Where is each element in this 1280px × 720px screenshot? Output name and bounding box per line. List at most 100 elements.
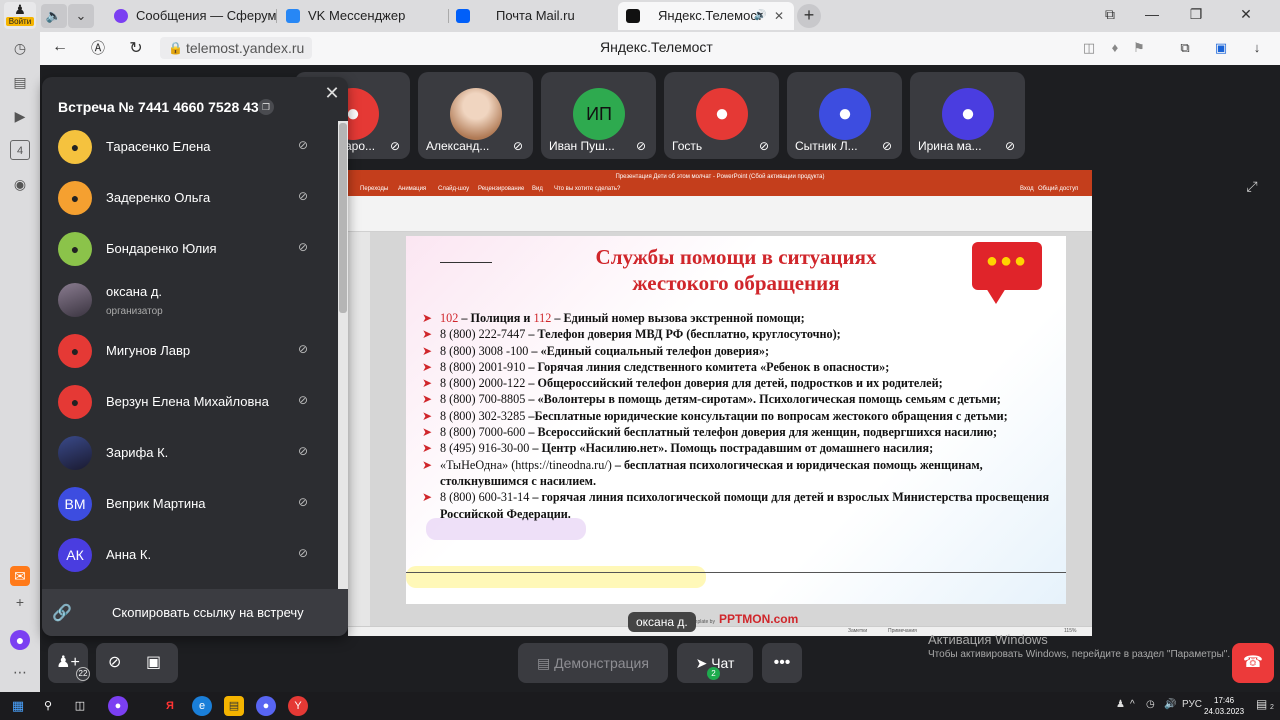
volume-icon[interactable]: 🔊 bbox=[1164, 699, 1176, 710]
tab-label: VK Мессенджер bbox=[308, 8, 406, 23]
network-icon[interactable]: ◷ bbox=[1146, 699, 1155, 710]
avatar: ● bbox=[58, 385, 92, 419]
edge-icon[interactable]: e bbox=[192, 696, 212, 716]
tab-vk-messenger[interactable]: VK Мессенджер bbox=[280, 2, 450, 30]
extension-icon[interactable]: ▣ bbox=[1212, 40, 1230, 56]
fullscreen-icon[interactable]: ⤢ bbox=[1242, 178, 1262, 198]
participant-item[interactable]: ● Мигунов Лавр ⊘ bbox=[42, 325, 338, 376]
play-icon[interactable]: ▶ bbox=[10, 106, 30, 126]
copy-link-button[interactable]: 🔗 Скопировать ссылку на встречу bbox=[42, 589, 348, 636]
participant-item[interactable]: ● Тарасенко Елена ⊘ bbox=[42, 121, 338, 172]
tabs-count-icon[interactable]: 4 bbox=[10, 140, 30, 160]
scrollbar-thumb[interactable] bbox=[339, 123, 347, 313]
tab-telemost[interactable]: Яндекс.Телемост 🔊 ✕ bbox=[618, 2, 794, 30]
microphone-icon[interactable]: ♦ bbox=[1106, 40, 1124, 55]
participant-tile[interactable]: ● Сытник Л... ⊘ bbox=[787, 72, 902, 159]
scrollbar[interactable] bbox=[338, 121, 348, 589]
mic-off-icon: ⊘ bbox=[298, 393, 309, 407]
add-user-icon: ♟+ bbox=[56, 654, 80, 671]
avatar-initials: ИП bbox=[573, 88, 625, 140]
add-app-icon[interactable]: + bbox=[10, 592, 30, 612]
tab-sferum[interactable]: Сообщения — Сферум bbox=[108, 2, 278, 30]
bookmark-icon[interactable]: ⚑ bbox=[1130, 40, 1148, 56]
language-indicator[interactable]: РУС bbox=[1182, 699, 1202, 710]
participant-item[interactable]: АК Анна К. ⊘ bbox=[42, 529, 338, 580]
participant-tile[interactable]: Александ... ⊘ bbox=[418, 72, 533, 159]
login-button[interactable]: ♟ Войти bbox=[4, 2, 36, 29]
task-view-icon[interactable]: ◫ bbox=[70, 696, 90, 716]
search-icon[interactable]: ⚲ bbox=[38, 696, 58, 716]
tab-label: Яндекс.Телемост bbox=[658, 8, 763, 23]
downloads-icon[interactable]: ↓ bbox=[1248, 40, 1266, 55]
meeting-id-title: Встреча № 7441 4660 7528 43 bbox=[58, 99, 259, 115]
system-clock[interactable]: 17:46 24.03.2023 bbox=[1204, 695, 1244, 717]
restore-icon[interactable]: ❐ bbox=[1186, 6, 1206, 23]
leave-call-button[interactable]: ☎ bbox=[1232, 643, 1274, 683]
slide-title-line: жестокого обращения bbox=[632, 271, 840, 295]
close-icon[interactable]: ✕ bbox=[322, 83, 342, 103]
participant-item[interactable]: ● Бондаренко Юлия ⊘ bbox=[42, 223, 338, 274]
tab-mail[interactable]: Почта Mail.ru bbox=[450, 2, 616, 30]
participant-tile[interactable]: ИП Иван Пуш... ⊘ bbox=[541, 72, 656, 159]
tab-list-chevron-icon[interactable]: ⌄ bbox=[68, 4, 94, 28]
avatar: ● bbox=[58, 334, 92, 368]
login-label: Войти bbox=[6, 17, 34, 26]
mic-off-icon: ⊘ bbox=[635, 139, 646, 153]
copy-icon[interactable]: ❐ bbox=[258, 99, 274, 115]
participant-name: Веприк Мартина bbox=[106, 496, 206, 511]
mic-off-icon[interactable]: ⊘ bbox=[108, 643, 121, 683]
screen-share-button[interactable]: ▤ Демонстрация bbox=[518, 643, 668, 683]
tray-chevron-icon[interactable]: ^ bbox=[1130, 699, 1135, 710]
collections-icon[interactable]: ⧉ bbox=[1176, 40, 1194, 56]
participant-item[interactable]: Зарифа К. ⊘ bbox=[42, 427, 338, 478]
notifications-icon[interactable]: ▤ bbox=[1256, 697, 1267, 711]
translate-icon[interactable]: ◫ bbox=[1080, 40, 1098, 56]
mail-app-icon[interactable]: ✉ bbox=[10, 566, 30, 586]
notes-label: Заметки bbox=[848, 628, 868, 634]
slide-divider bbox=[406, 572, 1066, 573]
participant-item[interactable]: ВМ Веприк Мартина ⊘ bbox=[42, 478, 338, 529]
participant-tile[interactable]: ● Гость ⊘ bbox=[664, 72, 779, 159]
history-icon[interactable]: ◷ bbox=[10, 38, 30, 58]
yandex-taskbar-icon[interactable]: Я bbox=[160, 696, 180, 716]
windows-start-icon[interactable]: ▦ bbox=[8, 696, 28, 716]
invite-button[interactable]: ♟+ 22 bbox=[48, 643, 90, 683]
minimize-icon[interactable]: — bbox=[1142, 6, 1162, 22]
participant-item[interactable]: оксана д. организатор bbox=[42, 274, 338, 325]
person-tray-icon[interactable]: ♟ bbox=[1116, 699, 1125, 710]
tile-name: Ирина ма... bbox=[918, 139, 982, 153]
window-close-icon[interactable]: ✕ bbox=[1236, 6, 1256, 23]
alice-icon[interactable]: ● bbox=[10, 630, 30, 650]
url-field[interactable]: 🔒 telemost.yandex.ru bbox=[160, 37, 313, 59]
new-tab-button[interactable]: + bbox=[797, 4, 821, 28]
list-item: ➤ «ТыНеОдна» (https://tineodna.ru/) – бе… bbox=[422, 457, 983, 488]
list-item: ➤ 8 (800) 302-3285 –Бесплатные юридически… bbox=[422, 408, 1008, 423]
tabs-menu-icon[interactable]: ⧉ bbox=[1100, 6, 1120, 23]
camera-off-icon[interactable]: ▣ bbox=[146, 643, 161, 683]
chat-button[interactable]: ➤ Чат 2 bbox=[677, 643, 753, 683]
camera-icon[interactable]: ◉ bbox=[10, 174, 30, 194]
avatar: ● bbox=[696, 88, 748, 140]
explorer-icon[interactable]: ▤ bbox=[224, 696, 244, 716]
ppt-tab: Анимация bbox=[398, 186, 427, 192]
sidebar-more-icon[interactable]: ⋯ bbox=[10, 662, 30, 682]
participant-item[interactable]: ● Верзун Елена Михайловна ⊘ bbox=[42, 376, 338, 427]
alice-taskbar-icon[interactable]: ● bbox=[108, 696, 128, 716]
yandex-browser-icon[interactable]: Y bbox=[288, 696, 308, 716]
person-icon: ● bbox=[960, 100, 976, 127]
tab-mute-icon[interactable]: 🔈 bbox=[41, 4, 67, 28]
more-button[interactable]: ••• bbox=[762, 643, 802, 683]
back-icon[interactable]: ← bbox=[50, 38, 70, 56]
yandex-logo-icon[interactable]: Ⓐ bbox=[88, 38, 108, 58]
discord-icon[interactable]: ● bbox=[256, 696, 276, 716]
avatar-photo bbox=[58, 283, 92, 317]
participant-tile[interactable]: ● Ирина ма... ⊘ bbox=[910, 72, 1025, 159]
mic-off-icon: ⊘ bbox=[298, 444, 309, 458]
reload-icon[interactable]: ↻ bbox=[126, 38, 146, 58]
speaker-icon[interactable]: 🔊 bbox=[754, 2, 766, 30]
collections-sidebar-icon[interactable]: ▤ bbox=[10, 72, 30, 92]
browser-sidebar: ◷ ▤ ▶ 4 ◉ ✉ + ● ⋯ bbox=[0, 32, 40, 692]
tab-close-icon[interactable]: ✕ bbox=[774, 2, 784, 30]
participant-item[interactable]: ● Задеренко Ольга ⊘ bbox=[42, 172, 338, 223]
page-title: Яндекс.Телемост bbox=[600, 39, 713, 55]
